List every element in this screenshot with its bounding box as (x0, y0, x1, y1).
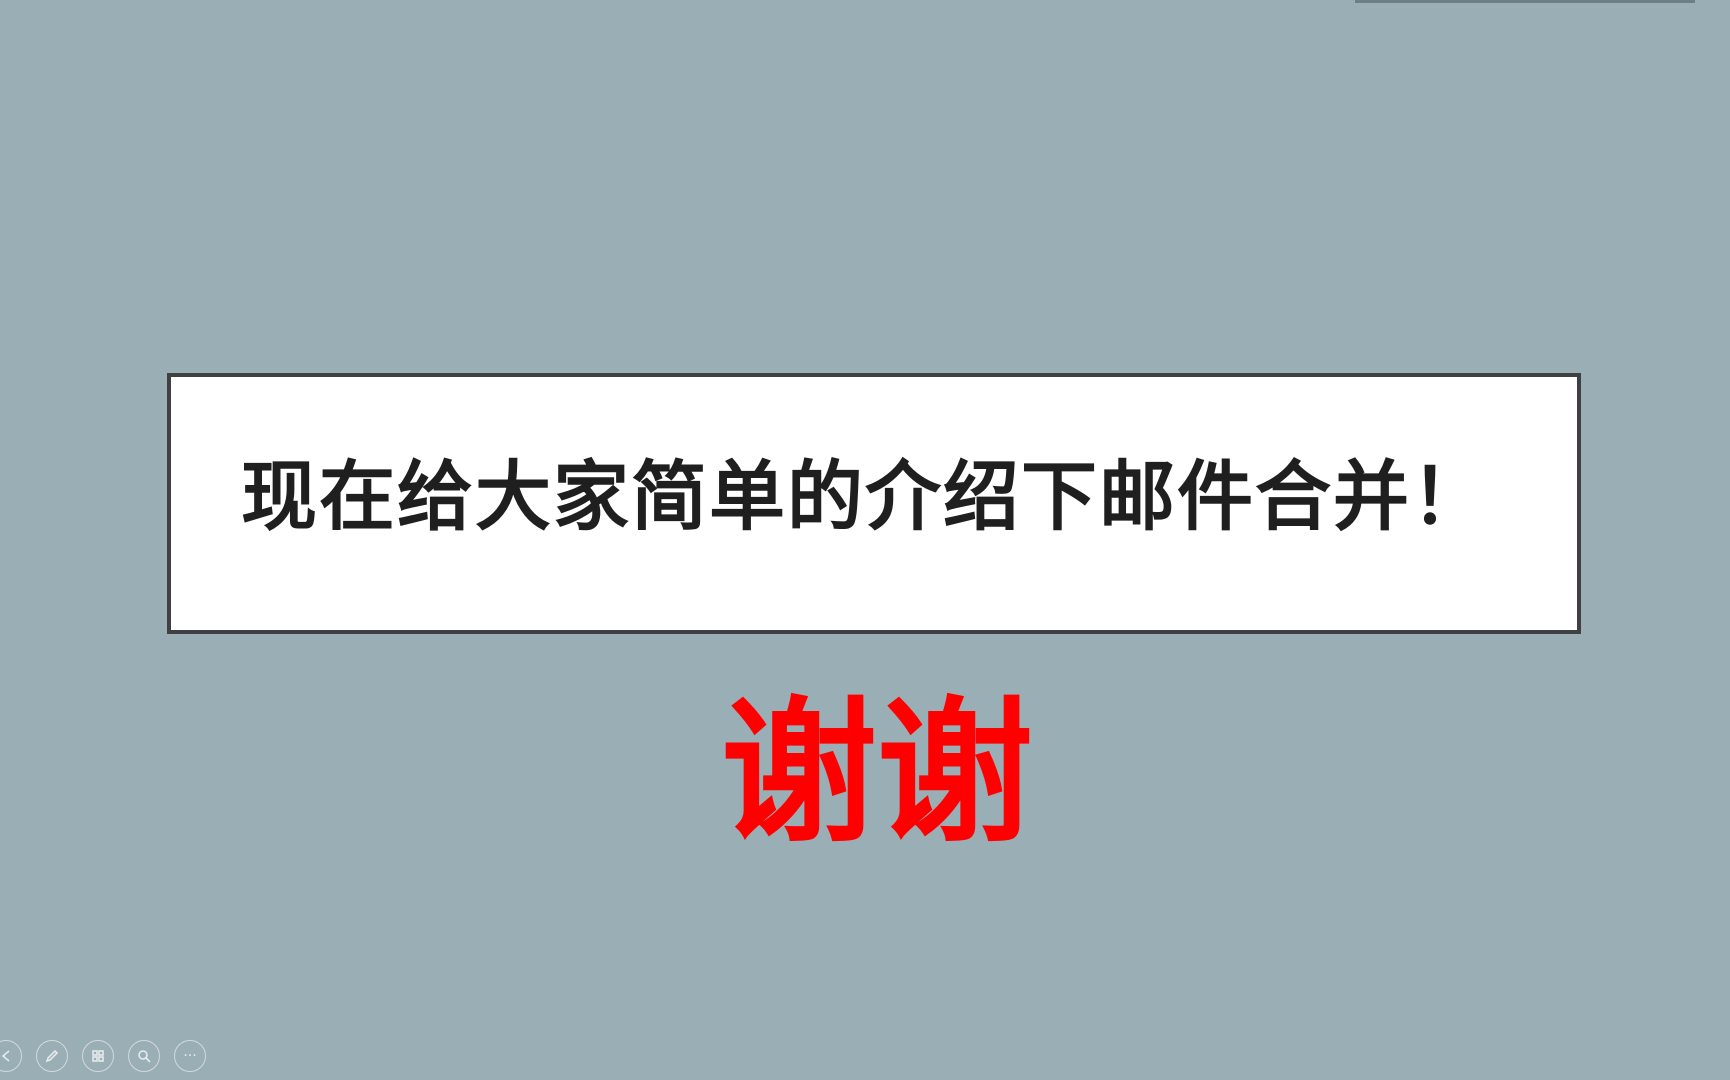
top-edge-bar (1355, 0, 1695, 3)
pen-icon (45, 1049, 59, 1063)
more-button[interactable]: ··· (174, 1040, 206, 1072)
intro-text: 现在给大家简单的介绍下邮件合并！ (241, 452, 1489, 541)
arrow-icon (1, 1050, 10, 1062)
more-icon: ··· (183, 1048, 197, 1064)
slides-grid-button[interactable] (82, 1040, 114, 1072)
slides-grid-icon (92, 1050, 104, 1062)
thanks-text: 谢谢 (721, 681, 1033, 864)
presentation-toolbar: ··· (0, 1040, 206, 1072)
pen-button[interactable] (36, 1040, 68, 1072)
intro-text-box: 现在给大家简单的介绍下邮件合并！ (167, 373, 1581, 634)
arrow-button[interactable] (0, 1040, 22, 1072)
zoom-icon (138, 1050, 151, 1063)
zoom-button[interactable] (128, 1040, 160, 1072)
